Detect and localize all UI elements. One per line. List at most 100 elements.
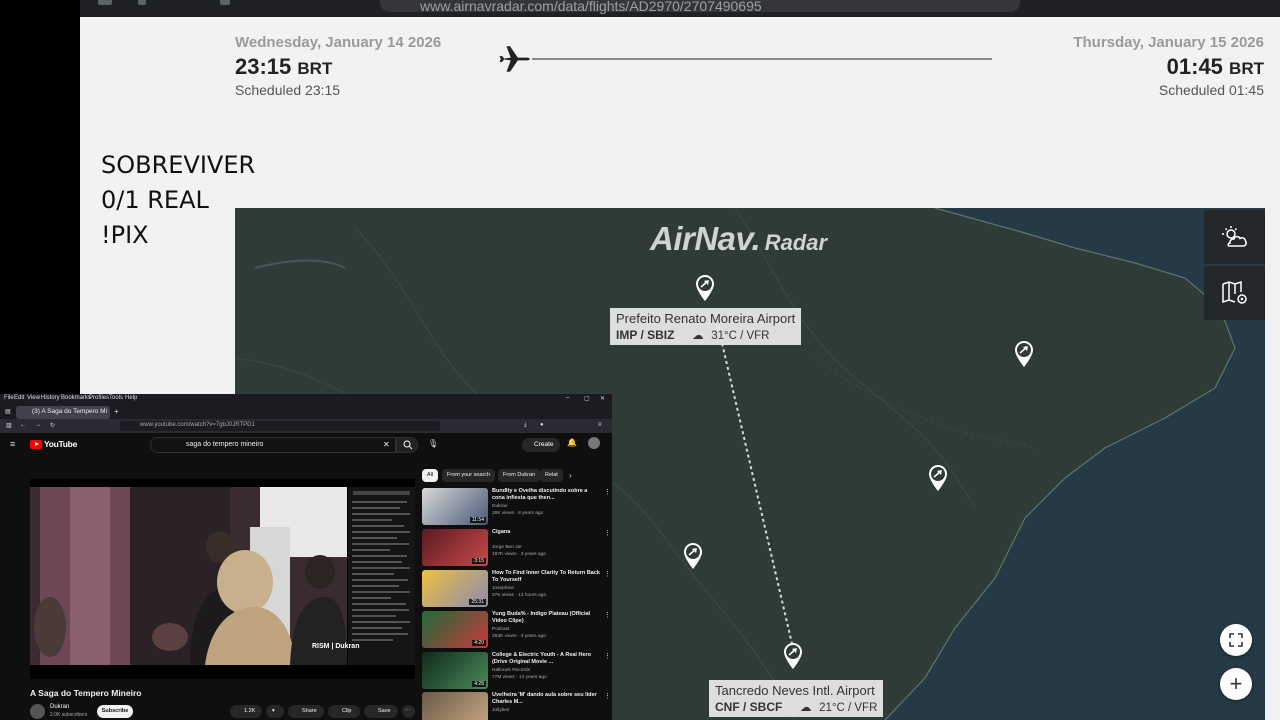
tab-list-icon[interactable]: ▤: [5, 408, 11, 415]
related-video-channel: Podcast: [492, 627, 510, 632]
zoom-in-button[interactable]: +: [1220, 668, 1252, 700]
create-button[interactable]: Create: [522, 438, 560, 452]
weather-layer-button[interactable]: [1204, 210, 1265, 264]
chip-from-channel[interactable]: From Dukran: [498, 469, 541, 482]
save-button[interactable]: Save: [364, 705, 398, 718]
more-actions-button[interactable]: ⋯: [402, 705, 415, 718]
related-video-title[interactable]: How To Find Inner Clarity To Return Back…: [492, 570, 600, 584]
more-vert-icon[interactable]: ⋮: [604, 611, 611, 619]
destination-airport-name: Tancredo Neves Intl. Airport: [715, 683, 875, 698]
menu-file[interactable]: File: [4, 395, 14, 401]
reload-icon[interactable]: ↻: [50, 422, 55, 429]
tab-youtube[interactable]: (3) A Saga do Tempero Mi: [16, 406, 110, 419]
youtube-browser-window[interactable]: File Edit View History Bookmarks Profile…: [0, 394, 612, 720]
menu-view[interactable]: View: [27, 395, 40, 401]
chip-from-search[interactable]: From your search: [442, 469, 496, 482]
sidebar-icon[interactable]: ▥: [6, 422, 12, 429]
more-vert-icon[interactable]: ⋮: [604, 692, 611, 700]
video-player[interactable]: RISM | Dukran: [30, 479, 415, 679]
subscribe-button[interactable]: Subscribe: [97, 705, 133, 718]
youtube-search-button[interactable]: [396, 437, 418, 453]
extension-icon[interactable]: ●: [540, 422, 544, 428]
search-icon: [403, 440, 413, 450]
video-thumbnail[interactable]: 11:54: [422, 488, 488, 525]
youtube-logo[interactable]: YouTube: [30, 439, 77, 449]
related-video-title[interactable]: Uvelheira 'M' dando aula sobre seu lider…: [492, 692, 600, 706]
related-video[interactable]: 3:15 Cigana Jorge Ben Jor 187K views · 3…: [422, 529, 612, 567]
new-tab-icon[interactable]: +: [114, 407, 119, 416]
address-bar[interactable]: www.youtube.com/watch?v=7gbJ0JRTPD1: [120, 421, 440, 431]
channel-name[interactable]: Dukran: [50, 704, 69, 710]
account-avatar[interactable]: [588, 437, 600, 449]
mic-icon[interactable]: 🎙: [428, 439, 438, 448]
menu-icon[interactable]: [98, 0, 112, 5]
fullscreen-button[interactable]: [1220, 624, 1252, 656]
chip-all[interactable]: All: [422, 469, 439, 482]
video-thumbnail[interactable]: 25:31: [422, 570, 488, 607]
airport-pin[interactable]: [682, 542, 704, 570]
notifications-icon[interactable]: 🔔: [567, 438, 577, 447]
close-icon[interactable]: ✕: [600, 395, 605, 402]
reload-icon[interactable]: [220, 0, 230, 5]
related-video-title[interactable]: College & Electric Youth - A Real Hero (…: [492, 652, 600, 666]
related-video-title[interactable]: Yung Buda% - Indigo Plateau (Official Vi…: [492, 611, 600, 625]
app-menu-icon[interactable]: ≡: [598, 422, 602, 428]
channel-row: Dukran 2.0K subscribers Subscribe 1.2K ▾…: [30, 702, 415, 720]
destination-airport-pin[interactable]: [782, 642, 804, 670]
video-title: A Saga do Tempero Mineiro: [30, 688, 142, 698]
related-video[interactable]: 4:20 Yung Buda% - Indigo Plateau (Offici…: [422, 611, 612, 649]
clip-label: Clip: [342, 708, 352, 714]
related-video-title[interactable]: Cigana: [492, 529, 600, 536]
airnav-radar-logo: AirNav. Radar: [650, 220, 827, 258]
related-video[interactable]: 11:54 Bundlty e Ovelha discutindo sobre …: [422, 488, 612, 526]
menu-help[interactable]: Help: [125, 395, 137, 401]
airport-pin[interactable]: [1013, 340, 1035, 368]
channel-avatar[interactable]: [30, 704, 45, 719]
maximize-icon[interactable]: ▢: [584, 395, 590, 402]
back-icon[interactable]: [138, 0, 146, 5]
chip-related[interactable]: Relat: [540, 469, 563, 482]
related-video[interactable]: Uvelheira 'M' dando aula sobre seu lider…: [422, 692, 612, 720]
weather-icon: [1221, 226, 1247, 247]
related-video[interactable]: 4:28 College & Electric Youth - A Real H…: [422, 652, 612, 690]
minimize-icon[interactable]: –: [566, 395, 569, 401]
share-button[interactable]: Share: [288, 705, 324, 718]
map-layers-button[interactable]: [1204, 266, 1265, 320]
video-thumbnail[interactable]: 4:28: [422, 652, 488, 689]
video-thumbnail[interactable]: 4:20: [422, 611, 488, 648]
menu-bookmarks[interactable]: Bookmarks: [61, 395, 91, 401]
clear-search-icon[interactable]: ✕: [383, 440, 390, 449]
more-vert-icon[interactable]: ⋮: [604, 529, 611, 537]
forward-icon[interactable]: →: [35, 422, 41, 428]
menu-profiles[interactable]: Profiles: [89, 395, 109, 401]
chevron-right-icon[interactable]: ›: [569, 471, 572, 480]
airport-pin[interactable]: [927, 464, 949, 492]
more-vert-icon[interactable]: ⋮: [604, 488, 611, 496]
youtube-search-input[interactable]: saga do tempero mineiro ✕: [150, 437, 396, 453]
destination-airport-label[interactable]: Tancredo Neves Intl. Airport CNF / SBCF …: [709, 680, 884, 717]
video-duration: 4:28: [472, 681, 486, 687]
video-thumbnail[interactable]: [422, 692, 488, 720]
dislike-button[interactable]: ▾: [266, 705, 284, 718]
origin-airport-pin[interactable]: [694, 274, 716, 302]
menu-edit[interactable]: Edit: [14, 395, 24, 401]
more-vert-icon[interactable]: ⋮: [604, 652, 611, 660]
address-bar[interactable]: www.airnavradar.com/data/flights/AD2970/…: [380, 0, 1020, 14]
like-count: 1.2K: [244, 708, 256, 714]
create-label: Create: [534, 441, 554, 448]
video-chat-overlay: [348, 487, 415, 665]
related-video-channel: Jollybee: [492, 708, 510, 713]
more-vert-icon[interactable]: ⋮: [604, 570, 611, 578]
departure-date: Wednesday, January 14 2026: [235, 34, 442, 51]
menu-history[interactable]: History: [41, 395, 60, 401]
clip-button[interactable]: Clip: [328, 705, 360, 718]
back-icon[interactable]: ←: [20, 422, 26, 428]
origin-airport-label[interactable]: Prefeito Renato Moreira Airport IMP / SB…: [610, 308, 802, 345]
download-icon[interactable]: ⤓: [524, 422, 527, 429]
related-video[interactable]: 25:31 How To Find Inner Clarity To Retur…: [422, 570, 612, 608]
menu-tools[interactable]: Tools: [109, 395, 123, 401]
hamburger-menu-icon[interactable]: ≡: [10, 439, 15, 449]
like-button[interactable]: 1.2K: [230, 705, 262, 718]
video-thumbnail[interactable]: 3:15: [422, 529, 488, 566]
related-video-title[interactable]: Bundlty e Ovelha discutindo sobre a cona…: [492, 488, 600, 502]
